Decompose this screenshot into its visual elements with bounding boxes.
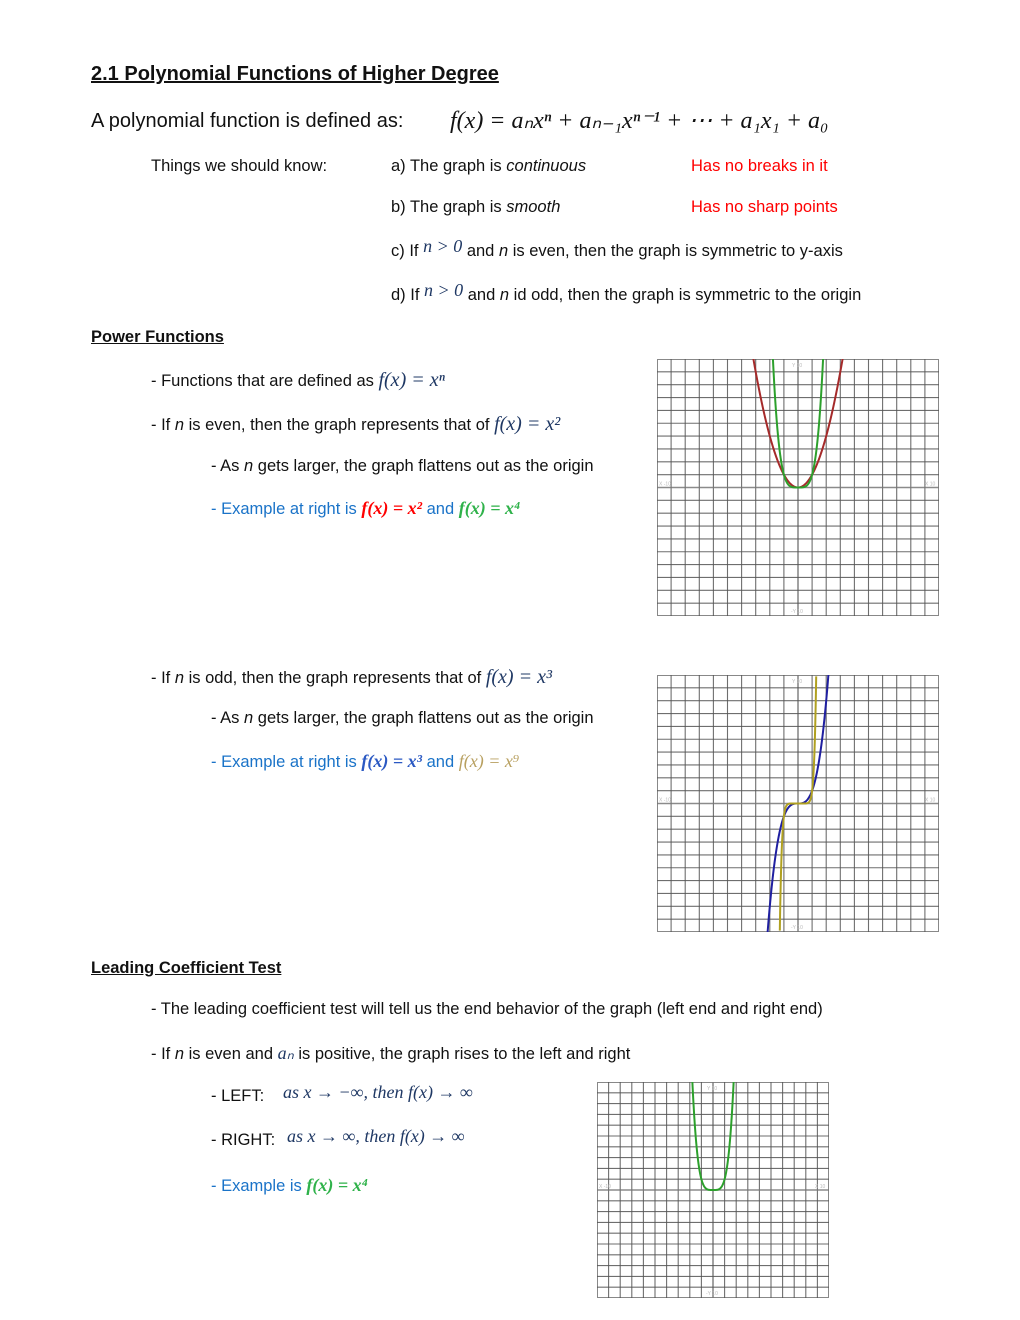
odd-example-f1: f(x) = x³ xyxy=(361,751,423,771)
y-min-label: -Y 10 xyxy=(791,609,803,615)
even-math: f(x) = x² xyxy=(494,413,561,435)
lct-line2-text: is positive, the graph rises to the left… xyxy=(293,1045,631,1063)
lct-left-math: as x → −∞, then f(x) → ∞ xyxy=(283,1082,473,1102)
lct-line2-mid: is even and xyxy=(184,1045,278,1063)
even-example-line: - Example at right is f(x) = x² and f(x)… xyxy=(211,498,520,519)
odd-example-text: - Example at right is xyxy=(211,753,362,771)
odd-example-line: - Example at right is f(x) = x³ and f(x)… xyxy=(211,751,519,772)
even-n: n xyxy=(174,416,185,434)
even-text: is even, then the graph represents that … xyxy=(184,416,495,434)
y-max-label: Y 10 xyxy=(792,679,802,685)
odd-math: f(x) = x³ xyxy=(485,666,552,688)
know-a-emph: continuous xyxy=(506,157,587,175)
know-b-note: Has no sharp points xyxy=(691,198,838,216)
even-flatten-text: gets larger, the graph flattens out as t… xyxy=(253,457,594,475)
know-d-prefix: d) If xyxy=(391,286,425,304)
odd-text: is odd, then the graph represents that o… xyxy=(184,669,486,687)
x-max-label: X 10 xyxy=(925,798,936,804)
lct-right-math: as x → ∞, then f(x) → ∞ xyxy=(287,1126,465,1146)
graph-x4-end-behavior: X -10 X 10 Y 10 -Y 10 xyxy=(597,1082,829,1298)
lct-line1: - The leading coefficient test will tell… xyxy=(151,1000,823,1018)
lct-right-label: - RIGHT: xyxy=(211,1131,276,1149)
know-c-prefix: c) If xyxy=(391,242,424,260)
lct-left-label: - LEFT: xyxy=(211,1087,265,1105)
odd-flatten-line: - As n gets larger, the graph flattens o… xyxy=(211,709,594,728)
know-d-mid: and xyxy=(463,286,500,304)
power-line-defined: - Functions that are defined as f(x) = x… xyxy=(151,369,445,392)
power-functions-heading: Power Functions xyxy=(91,328,224,346)
know-a-prefix: a) The graph is xyxy=(391,157,507,175)
power-line-defined-text: - Functions that are defined as xyxy=(151,372,379,390)
even-example-text: - Example at right is xyxy=(211,500,362,518)
odd-flatten-pre: - As xyxy=(211,709,245,727)
page-title: 2.1 Polynomial Functions of Higher Degre… xyxy=(91,63,499,85)
lct-line2: - If n is even and aₙ is positive, the g… xyxy=(151,1043,630,1064)
x-min-label: X -10 xyxy=(599,1184,611,1190)
lct-example-f: f(x) = x⁴ xyxy=(306,1175,368,1195)
know-d-suffix: id odd, then the graph is symmetric to t… xyxy=(509,286,862,304)
lct-example-text: - Example is xyxy=(211,1177,307,1195)
odd-flatten-n: n xyxy=(244,709,254,727)
things-label: Things we should know: xyxy=(151,157,328,175)
even-pre: - If xyxy=(151,416,175,434)
power-line-defined-math: f(x) = xⁿ xyxy=(378,369,445,391)
lct-line2-pre: - If xyxy=(151,1045,175,1063)
know-item-d: d) If n > 0 and n id odd, then the graph… xyxy=(391,280,862,305)
lct-line2-an: aₙ xyxy=(277,1043,294,1063)
know-item-c: c) If n > 0 and n is even, then the grap… xyxy=(391,236,843,261)
power-even-line: - If n is even, then the graph represent… xyxy=(151,413,560,436)
know-d-n: n xyxy=(499,286,510,304)
odd-flatten-text: gets larger, the graph flattens out as t… xyxy=(253,709,594,727)
y-min-label: -Y 10 xyxy=(706,1291,718,1297)
know-c-mid: and xyxy=(462,242,499,260)
know-a-note: Has no breaks in it xyxy=(691,157,828,175)
y-max-label: Y 10 xyxy=(707,1086,717,1092)
know-c-suffix: is even, then the graph is symmetric to … xyxy=(508,242,843,260)
even-example-and: and xyxy=(422,500,459,518)
graph-x2-x4: X -10 X 10 Y 10 -Y 10 xyxy=(657,359,939,616)
know-c-math: n > 0 xyxy=(423,236,463,256)
leading-coefficient-heading: Leading Coefficient Test xyxy=(91,959,282,977)
y-max-label: Y 10 xyxy=(792,363,802,369)
odd-pre: - If xyxy=(151,669,175,687)
know-d-math: n > 0 xyxy=(424,280,464,300)
lct-example-line: - Example is f(x) = x⁴ xyxy=(211,1175,368,1196)
x-max-label: X 10 xyxy=(925,482,936,488)
even-example-f1: f(x) = x² xyxy=(361,498,423,518)
even-example-f2: f(x) = x⁴ xyxy=(458,498,521,518)
even-flatten-line: - As n gets larger, the graph flattens o… xyxy=(211,457,594,476)
y-min-label: -Y 10 xyxy=(791,925,803,931)
even-flatten-pre: - As xyxy=(211,457,245,475)
know-item-b: b) The graph is smooth xyxy=(391,198,560,217)
know-b-emph: smooth xyxy=(506,198,561,216)
x-max-label: X 10 xyxy=(815,1184,826,1190)
definition-lead: A polynomial function is defined as: xyxy=(91,110,404,132)
lct-line2-n: n xyxy=(174,1045,185,1063)
power-odd-line: - If n is odd, then the graph represents… xyxy=(151,666,552,689)
x-min-label: X -10 xyxy=(659,798,671,804)
graph-x3-x9: X -10 X 10 Y 10 -Y 10 xyxy=(657,675,939,932)
know-item-a: a) The graph is continuous xyxy=(391,157,586,176)
odd-n: n xyxy=(174,669,185,687)
odd-example-and: and xyxy=(422,753,459,771)
odd-example-f2: f(x) = x⁹ xyxy=(458,751,520,771)
even-flatten-n: n xyxy=(244,457,254,475)
know-b-prefix: b) The graph is xyxy=(391,198,507,216)
know-c-n: n xyxy=(498,242,509,260)
x-min-label: X -10 xyxy=(659,482,671,488)
definition-formula: f(x) = aₙxⁿ + aₙ₋₁xⁿ⁻¹ + ⋯ + a₁x₁ + a₀ xyxy=(450,108,829,134)
